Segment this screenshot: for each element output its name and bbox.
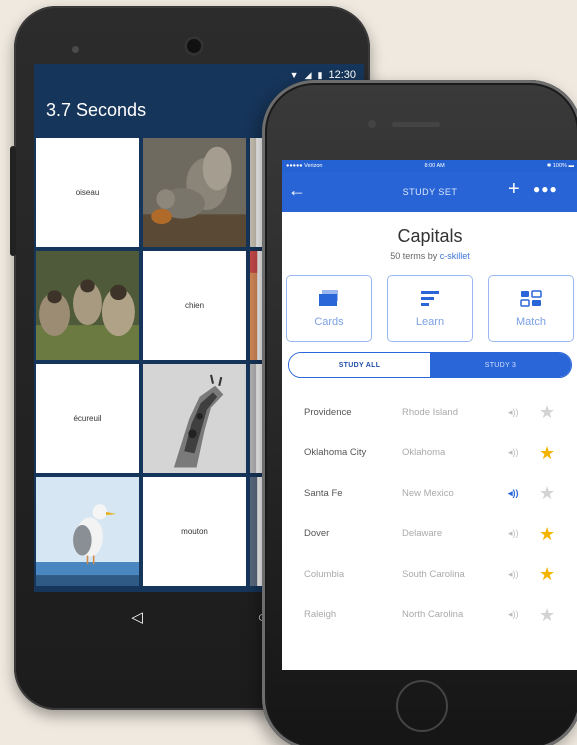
author-link[interactable]: c-skillet bbox=[440, 251, 470, 261]
home-button[interactable] bbox=[396, 680, 448, 732]
match-tile[interactable] bbox=[36, 251, 139, 360]
signal-icon: ◢ bbox=[304, 69, 312, 80]
sheep-image bbox=[36, 251, 139, 360]
study-modes: Cards Learn Match bbox=[282, 275, 577, 342]
study-3-tab[interactable]: STUDY 3 bbox=[430, 353, 571, 377]
cards-icon bbox=[317, 289, 341, 308]
term-definition: Rhode Island bbox=[402, 406, 458, 418]
learn-mode-button[interactable]: Learn bbox=[387, 275, 473, 342]
android-camera bbox=[184, 36, 204, 56]
ios-status-time: 8:00 AM bbox=[424, 163, 445, 169]
ios-status-bar: ●●●●● Verizon 8:00 AM ✱ 100% ▬ bbox=[282, 160, 577, 172]
term-word: Santa Fe bbox=[304, 487, 343, 499]
match-tile[interactable]: oiseau bbox=[36, 138, 139, 247]
study-all-tab[interactable]: STUDY ALL bbox=[289, 353, 430, 377]
match-icon bbox=[519, 289, 543, 308]
term-row[interactable]: Santa Fe New Mexico ◂)) ★ bbox=[282, 473, 577, 514]
star-icon[interactable]: ★ bbox=[539, 443, 555, 464]
set-title: Capitals bbox=[397, 226, 463, 246]
term-word: Raleigh bbox=[304, 609, 337, 621]
seagull-image bbox=[36, 477, 139, 586]
study-toggle: STUDY ALL STUDY 3 bbox=[288, 352, 572, 378]
term-word: Columbia bbox=[304, 568, 345, 580]
iphone-camera bbox=[368, 120, 376, 128]
ios-battery: ✱ 100% ▬ bbox=[546, 163, 574, 169]
term-row[interactable]: Oklahoma City Oklahoma ◂)) ★ bbox=[282, 433, 577, 474]
battery-icon: ▮ bbox=[317, 69, 323, 80]
star-icon[interactable]: ★ bbox=[539, 402, 555, 423]
match-tile[interactable]: mouton bbox=[143, 477, 246, 586]
squirrel-image bbox=[143, 138, 246, 247]
term-definition: South Carolina bbox=[402, 568, 465, 580]
android-sensor bbox=[72, 46, 79, 53]
term-definition: Delaware bbox=[402, 528, 443, 540]
term-row[interactable]: Dover Delaware ◂)) ★ bbox=[282, 514, 577, 555]
term-count: 50 terms by bbox=[390, 251, 438, 261]
match-mode-button[interactable]: Match bbox=[488, 275, 574, 342]
star-icon[interactable]: ★ bbox=[539, 605, 555, 626]
speaker-icon[interactable]: ◂)) bbox=[508, 488, 519, 499]
star-icon[interactable]: ★ bbox=[539, 564, 555, 585]
back-nav-icon[interactable]: ◁ bbox=[131, 608, 143, 626]
term-word: Dover bbox=[304, 528, 330, 540]
mode-label: Match bbox=[516, 315, 546, 328]
term-definition: New Mexico bbox=[402, 487, 454, 499]
tile-word: chien bbox=[184, 301, 205, 310]
mode-label: Learn bbox=[415, 315, 445, 328]
android-side-button bbox=[10, 146, 16, 256]
iphone-speaker bbox=[392, 122, 440, 127]
match-tile[interactable] bbox=[143, 364, 246, 473]
star-icon[interactable]: ★ bbox=[539, 524, 555, 545]
tile-word: écureuil bbox=[73, 414, 102, 423]
learn-icon bbox=[418, 290, 442, 308]
ios-battery-text: 100% bbox=[552, 163, 567, 169]
ios-carrier: ●●●●● Verizon bbox=[286, 163, 323, 169]
ios-nav-bar: ← STUDY SET + ●●● bbox=[282, 172, 577, 212]
mode-label: Cards bbox=[314, 315, 344, 328]
ios-screen: ●●●●● Verizon 8:00 AM ✱ 100% ▬ ← STUDY S… bbox=[282, 160, 577, 670]
add-icon[interactable]: + bbox=[508, 178, 520, 201]
speaker-icon[interactable]: ◂)) bbox=[508, 528, 519, 539]
term-definition: North Carolina bbox=[402, 609, 464, 621]
match-tile[interactable]: chien bbox=[143, 251, 246, 360]
term-row[interactable]: Raleigh North Carolina ◂)) ★ bbox=[282, 595, 577, 636]
wifi-icon: ▼ bbox=[289, 70, 299, 80]
match-tile[interactable] bbox=[143, 138, 246, 247]
speaker-icon[interactable]: ◂)) bbox=[508, 569, 519, 580]
giraffe-image bbox=[143, 364, 246, 473]
term-row[interactable]: Providence Rhode Island ◂)) ★ bbox=[282, 392, 577, 433]
star-icon[interactable]: ★ bbox=[539, 483, 555, 504]
term-word: Providence bbox=[304, 406, 352, 418]
term-list: Providence Rhode Island ◂)) ★ Oklahoma C… bbox=[282, 392, 577, 635]
more-icon[interactable]: ●●● bbox=[533, 182, 558, 196]
iphone: ●●●●● Verizon 8:00 AM ✱ 100% ▬ ← STUDY S… bbox=[262, 80, 577, 745]
set-subtitle: 50 terms by c-skillet bbox=[282, 251, 577, 261]
cards-mode-button[interactable]: Cards bbox=[286, 275, 372, 342]
term-definition: Oklahoma bbox=[402, 447, 446, 459]
match-tile[interactable] bbox=[36, 477, 139, 586]
tile-word: mouton bbox=[181, 527, 208, 536]
speaker-icon[interactable]: ◂)) bbox=[508, 407, 519, 418]
match-tile[interactable]: écureuil bbox=[36, 364, 139, 473]
term-row[interactable]: Columbia South Carolina ◂)) ★ bbox=[282, 554, 577, 595]
tile-word: oiseau bbox=[75, 188, 100, 197]
speaker-icon[interactable]: ◂)) bbox=[508, 609, 519, 620]
term-word: Oklahoma City bbox=[304, 447, 367, 459]
speaker-icon[interactable]: ◂)) bbox=[508, 447, 519, 458]
